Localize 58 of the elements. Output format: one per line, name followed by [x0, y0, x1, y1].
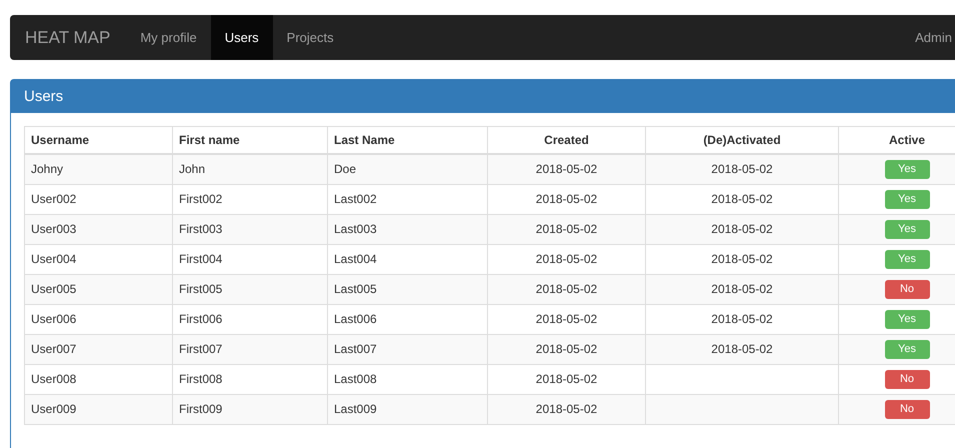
table-cell: Last007 [328, 334, 488, 364]
table-cell: User008 [24, 364, 172, 394]
table-cell: 2018-05-02 [488, 304, 646, 334]
table-cell: 2018-05-02 [646, 334, 838, 364]
table-cell: John [172, 154, 328, 184]
table-cell: User005 [24, 274, 172, 304]
table-cell: User009 [24, 394, 172, 424]
table-cell: 2018-05-02 [488, 274, 646, 304]
table-cell: 2018-05-02 [488, 214, 646, 244]
table-cell: Last006 [328, 304, 488, 334]
status-badge: Yes [884, 220, 930, 238]
table-cell: Doe [328, 154, 488, 184]
status-badge: Yes [884, 190, 930, 208]
table-cell: First009 [172, 394, 328, 424]
nav-item[interactable]: Projects [272, 15, 348, 60]
table-cell: First005 [172, 274, 328, 304]
table-cell: User002 [24, 184, 172, 214]
table-cell: Last008 [328, 364, 488, 394]
table-cell: 2018-05-02 [488, 364, 646, 394]
table-cell: User003 [24, 214, 172, 244]
status-badge: Yes [884, 310, 930, 328]
table-cell: Last005 [328, 274, 488, 304]
table-cell: 2018-05-02 [646, 304, 838, 334]
table-cell: 2018-05-02 [488, 244, 646, 274]
table-cell: 2018-05-02 [646, 274, 838, 304]
table-cell: Johny [24, 154, 172, 184]
table-cell: Last004 [328, 244, 488, 274]
status-badge: Yes [884, 160, 930, 178]
status-badge: Yes [884, 340, 930, 358]
table-cell: 2018-05-02 [488, 184, 646, 214]
table-cell: User006 [24, 304, 172, 334]
user-menu[interactable]: Admin [915, 15, 955, 60]
status-badge: No [884, 370, 930, 388]
table-cell: Last003 [328, 214, 488, 244]
table-cell: 2018-05-02 [646, 244, 838, 274]
table-cell: 2018-05-02 [488, 394, 646, 424]
nav-item[interactable]: Users [210, 15, 273, 60]
brand-title[interactable]: HEAT MAP [25, 15, 110, 60]
table-cell: First003 [172, 214, 328, 244]
status-badge: Yes [884, 250, 930, 268]
table-cell: First004 [172, 244, 328, 274]
status-badge: No [884, 280, 930, 298]
nav-item[interactable]: My profile [126, 15, 211, 60]
table-cell: 2018-05-02 [646, 184, 838, 214]
table-cell: 2018-05-02 [646, 154, 838, 184]
table-cell: First002 [172, 184, 328, 214]
panel-title: Users [11, 80, 955, 113]
table-cell: 2018-05-02 [488, 154, 646, 184]
table-cell: 2018-05-02 [488, 334, 646, 364]
table-cell: User007 [24, 334, 172, 364]
table-cell: First007 [172, 334, 328, 364]
table-cell: 2018-05-02 [646, 214, 838, 244]
table-cell: Last002 [328, 184, 488, 214]
status-badge: No [884, 400, 930, 418]
table-cell: User004 [24, 244, 172, 274]
table-cell: First008 [172, 364, 328, 394]
table-cell: Last009 [328, 394, 488, 424]
table-cell: First006 [172, 304, 328, 334]
